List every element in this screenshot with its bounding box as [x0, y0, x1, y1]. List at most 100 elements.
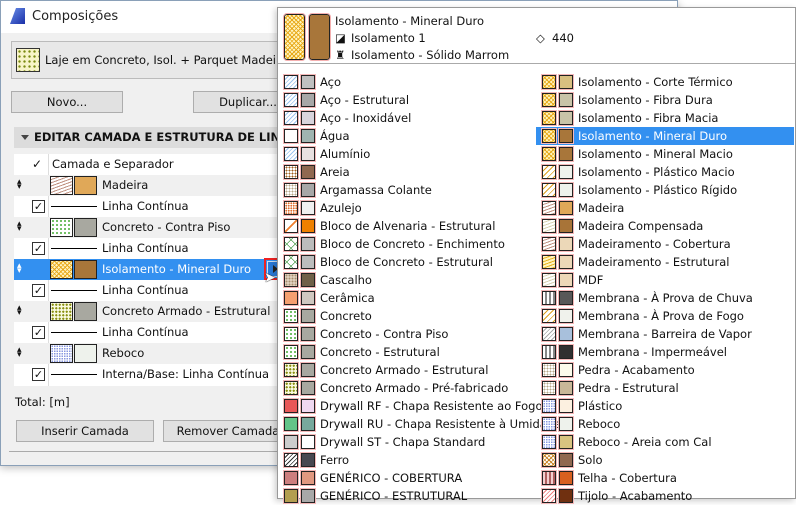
- material-item[interactable]: Alumínio: [278, 145, 536, 163]
- material-label: Bloco de Concreto - Enchimento: [320, 237, 505, 251]
- material-item[interactable]: GENÉRICO - COBERTURA: [278, 469, 536, 487]
- material-item[interactable]: Madeira Compensada: [536, 217, 794, 235]
- material-item[interactable]: Tijolo - Acabamento: [536, 487, 794, 505]
- material-item[interactable]: Madeiramento - Estrutural: [536, 253, 794, 271]
- material-label: Isolamento - Plástico Macio: [578, 165, 735, 179]
- material-item[interactable]: Água: [278, 127, 536, 145]
- material-label: Aço - Estrutural: [320, 93, 410, 107]
- material-fill-swatch: [283, 398, 299, 414]
- material-item[interactable]: Ferro: [278, 451, 536, 469]
- material-color-swatch: [558, 128, 574, 144]
- material-color-swatch: [300, 218, 316, 234]
- material-color-swatch: [300, 326, 316, 342]
- material-item[interactable]: Drywall ST - Chapa Standard: [278, 433, 536, 451]
- drag-handle-icon[interactable]: ▴ ▾: [17, 301, 22, 318]
- material-fill-swatch: [283, 416, 299, 432]
- layer-row[interactable]: ▴ ▾ Concreto Armado - Estrutural: [14, 301, 304, 322]
- material-color-swatch: [300, 200, 316, 216]
- layer-row[interactable]: ▴ ▾ Madeira: [14, 175, 304, 196]
- line-checkbox[interactable]: ✓: [32, 326, 45, 339]
- section-header[interactable]: EDITAR CAMADA E ESTRUTURA DE LINHA: [14, 127, 304, 148]
- line-checkbox[interactable]: ✓: [32, 242, 45, 255]
- new-button[interactable]: Novo...: [11, 91, 123, 113]
- material-item[interactable]: Madeira: [536, 199, 794, 217]
- material-item[interactable]: Isolamento - Corte Térmico: [536, 73, 794, 91]
- line-checkbox[interactable]: ✓: [32, 200, 45, 213]
- insert-layer-button[interactable]: Inserir Camada: [16, 420, 154, 442]
- material-item[interactable]: Bloco de Alvenaria - Estrutural: [278, 217, 536, 235]
- material-item[interactable]: Reboco: [536, 415, 794, 433]
- material-item[interactable]: Cascalho: [278, 271, 536, 289]
- material-item[interactable]: Aço - Inoxidável: [278, 109, 536, 127]
- material-color-swatch: [558, 326, 574, 342]
- material-label: Isolamento - Fibra Macia: [578, 111, 719, 125]
- material-item[interactable]: Membrana - À Prova de Fogo: [536, 307, 794, 325]
- material-item[interactable]: Isolamento - Fibra Macia: [536, 109, 794, 127]
- material-item[interactable]: Membrana - Impermeável: [536, 343, 794, 361]
- material-item[interactable]: Concreto - Estrutural: [278, 343, 536, 361]
- material-item[interactable]: Drywall RF - Chapa Resistente ao Fogo: [278, 397, 542, 415]
- remove-layer-button[interactable]: Remover Camada: [163, 420, 293, 442]
- material-item[interactable]: Bloco de Concreto - Estrutural: [278, 253, 536, 271]
- material-item[interactable]: Areia: [278, 163, 536, 181]
- material-item[interactable]: Drywall RU - Chapa Resistente à Umidade: [278, 415, 561, 433]
- material-label: Drywall ST - Chapa Standard: [320, 435, 486, 449]
- material-label: Madeira Compensada: [578, 219, 704, 233]
- layer-row[interactable]: ▴ ▾ Isolamento - Mineral Duro: [14, 258, 304, 280]
- material-item[interactable]: Azulejo: [278, 199, 536, 217]
- fill-icon: ◪: [335, 31, 346, 45]
- material-fill-swatch: [283, 128, 299, 144]
- drag-handle-icon[interactable]: ▴ ▾: [17, 217, 22, 234]
- drag-handle-icon[interactable]: ▴ ▾: [17, 343, 22, 360]
- line-checkbox[interactable]: ✓: [32, 368, 45, 381]
- layer-fill-swatch: [50, 176, 73, 195]
- material-item[interactable]: Pedra - Estrutural: [536, 379, 794, 397]
- material-item[interactable]: Isolamento - Plástico Rígido: [536, 181, 794, 199]
- material-label: Ferro: [320, 453, 350, 467]
- material-item[interactable]: GENÉRICO - ESTRUTURAL: [278, 487, 536, 505]
- drag-handle-icon[interactable]: ▴ ▾: [17, 175, 22, 192]
- material-item[interactable]: Concreto Armado - Estrutural: [278, 361, 536, 379]
- layer-row[interactable]: ▴ ▾ Concreto - Contra Piso: [14, 217, 304, 238]
- material-label: Isolamento - Plástico Rígido: [578, 183, 738, 197]
- material-color-swatch: [558, 92, 574, 108]
- material-color-swatch: [300, 272, 316, 288]
- separator-row: ✓ Linha Contínua: [14, 280, 304, 301]
- material-item[interactable]: Isolamento - Plástico Macio: [536, 163, 794, 181]
- material-item[interactable]: Aço: [278, 73, 536, 91]
- layer-row[interactable]: ▴ ▾ Reboco: [14, 343, 304, 364]
- material-fill-swatch: [283, 236, 299, 252]
- material-item[interactable]: Madeiramento - Cobertura: [536, 235, 794, 253]
- material-item[interactable]: Pedra - Acabamento: [536, 361, 794, 379]
- material-color-swatch: [300, 146, 316, 162]
- line-checkbox[interactable]: ✓: [32, 284, 45, 297]
- material-label: MDF: [578, 273, 604, 287]
- material-item[interactable]: Concreto: [278, 307, 536, 325]
- material-item[interactable]: Concreto - Contra Piso: [278, 325, 536, 343]
- material-item[interactable]: Bloco de Concreto - Enchimento: [278, 235, 536, 253]
- material-item[interactable]: Isolamento - Mineral Macio: [536, 145, 794, 163]
- brush-icon: ♜: [335, 48, 346, 62]
- material-item[interactable]: Isolamento - Fibra Dura: [536, 91, 794, 109]
- material-item[interactable]: Membrana - À Prova de Chuva: [536, 289, 794, 307]
- material-item[interactable]: Concreto Armado - Pré-fabricado: [278, 379, 536, 397]
- material-item[interactable]: Telha - Cobertura: [536, 469, 794, 487]
- drag-handle-icon[interactable]: ▴ ▾: [17, 259, 22, 276]
- material-fill-swatch: [541, 452, 557, 468]
- material-item[interactable]: Isolamento - Mineral Duro: [536, 127, 794, 145]
- layer-fill-swatch: [50, 260, 73, 279]
- material-item[interactable]: MDF: [536, 271, 794, 289]
- material-item[interactable]: Argamassa Colante: [278, 181, 536, 199]
- material-item[interactable]: Aço - Estrutural: [278, 91, 536, 109]
- material-item[interactable]: Membrana - Barreira de Vapor: [536, 325, 794, 343]
- row-label: Madeira: [102, 178, 149, 192]
- composite-selector[interactable]: Laje em Concreto, Isol. + Parquet Madeir…: [11, 41, 311, 79]
- separator-row: ✓ Interna/Base: Linha Contínua: [14, 364, 304, 385]
- line-type-icon: [51, 374, 97, 375]
- material-fill-swatch: [283, 74, 299, 90]
- material-item[interactable]: Plástico: [536, 397, 794, 415]
- material-item[interactable]: Reboco - Areia com Cal: [536, 433, 794, 451]
- material-item[interactable]: Solo: [536, 451, 794, 469]
- material-label: Azulejo: [320, 201, 362, 215]
- material-item[interactable]: Cerâmica: [278, 289, 536, 307]
